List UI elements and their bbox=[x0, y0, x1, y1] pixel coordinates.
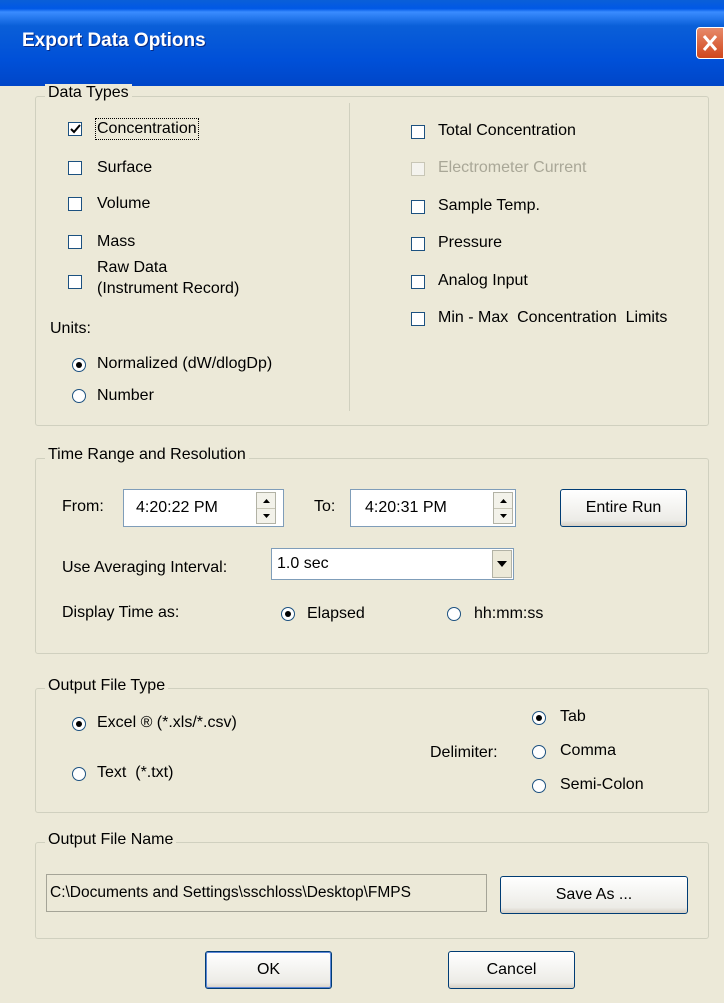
time-range-group-label: Time Range and Resolution bbox=[45, 446, 249, 464]
electrometer-current-label: Electrometer Current bbox=[438, 159, 587, 176]
min-max-limits-checkbox[interactable] bbox=[411, 312, 425, 326]
display-hhmmss-label[interactable]: hh:mm:ss bbox=[474, 605, 543, 623]
output-type-group-label: Output File Type bbox=[45, 677, 169, 695]
dropdown-arrow-button[interactable] bbox=[492, 550, 512, 578]
spin-up-icon[interactable] bbox=[494, 493, 512, 509]
delimiter-tab-label[interactable]: Tab bbox=[560, 708, 586, 726]
units-number-label[interactable]: Number bbox=[97, 387, 154, 405]
text-label[interactable]: Text (*.txt) bbox=[97, 764, 173, 782]
spin-down-icon[interactable] bbox=[257, 508, 275, 523]
spin-up-icon[interactable] bbox=[257, 493, 275, 509]
from-label: From: bbox=[62, 498, 104, 515]
raw-data-label-line2[interactable]: (Instrument Record) bbox=[97, 280, 239, 298]
entire-run-button[interactable]: Entire Run bbox=[560, 489, 687, 527]
excel-radio[interactable] bbox=[72, 717, 86, 731]
surface-checkbox[interactable] bbox=[68, 161, 82, 175]
to-time-spinner[interactable] bbox=[493, 492, 513, 524]
delimiter-tab-radio[interactable] bbox=[532, 711, 546, 725]
volume-label[interactable]: Volume bbox=[97, 195, 150, 213]
output-path-field[interactable]: C:\Documents and Settings\sschloss\Deskt… bbox=[46, 874, 487, 912]
surface-label[interactable]: Surface bbox=[97, 159, 152, 177]
analog-input-label[interactable]: Analog Input bbox=[438, 272, 528, 290]
cancel-button[interactable]: Cancel bbox=[448, 951, 575, 989]
display-elapsed-label[interactable]: Elapsed bbox=[307, 605, 365, 623]
to-time-field[interactable]: 4:20:31 PM bbox=[350, 489, 516, 527]
spin-down-icon[interactable] bbox=[494, 508, 512, 523]
check-icon bbox=[70, 124, 81, 134]
from-time-value: 4:20:22 PM bbox=[136, 499, 218, 516]
averaging-interval-value: 1.0 sec bbox=[277, 555, 329, 572]
window-title: Export Data Options bbox=[22, 30, 206, 51]
analog-input-checkbox[interactable] bbox=[411, 275, 425, 289]
save-as-button[interactable]: Save As ... bbox=[500, 876, 688, 914]
min-max-limits-label[interactable]: Min - Max Concentration Limits bbox=[438, 309, 667, 327]
mass-checkbox[interactable] bbox=[68, 235, 82, 249]
total-concentration-checkbox[interactable] bbox=[411, 125, 425, 139]
excel-label[interactable]: Excel ® (*.xls/*.csv) bbox=[97, 714, 237, 732]
display-time-label: Display Time as: bbox=[62, 604, 180, 621]
concentration-checkbox[interactable] bbox=[68, 122, 82, 136]
delimiter-label: Delimiter: bbox=[430, 744, 498, 761]
units-normalized-radio[interactable] bbox=[72, 358, 86, 372]
averaging-interval-label: Use Averaging Interval: bbox=[62, 559, 228, 576]
ok-button[interactable]: OK bbox=[205, 951, 332, 989]
sample-temp-label[interactable]: Sample Temp. bbox=[438, 197, 540, 215]
delimiter-semicolon-radio[interactable] bbox=[532, 779, 546, 793]
close-button[interactable] bbox=[696, 27, 724, 59]
pressure-label[interactable]: Pressure bbox=[438, 234, 502, 252]
to-label: To: bbox=[314, 498, 336, 515]
raw-data-checkbox[interactable] bbox=[68, 275, 82, 289]
to-time-value: 4:20:31 PM bbox=[365, 499, 447, 516]
pressure-checkbox[interactable] bbox=[411, 237, 425, 251]
delimiter-comma-radio[interactable] bbox=[532, 745, 546, 759]
raw-data-label-line1[interactable]: Raw Data bbox=[97, 259, 167, 277]
text-radio[interactable] bbox=[72, 767, 86, 781]
delimiter-semicolon-label[interactable]: Semi-Colon bbox=[560, 776, 644, 794]
output-path-value: C:\Documents and Settings\sschloss\Deskt… bbox=[50, 884, 411, 901]
display-elapsed-radio[interactable] bbox=[281, 607, 295, 621]
column-divider bbox=[349, 103, 350, 411]
output-name-group-label: Output File Name bbox=[45, 831, 177, 849]
units-number-radio[interactable] bbox=[72, 389, 86, 403]
chevron-down-icon bbox=[497, 561, 507, 567]
sample-temp-checkbox[interactable] bbox=[411, 200, 425, 214]
averaging-interval-select[interactable]: 1.0 sec bbox=[271, 548, 514, 580]
volume-checkbox[interactable] bbox=[68, 197, 82, 211]
total-concentration-label[interactable]: Total Concentration bbox=[438, 122, 576, 140]
delimiter-comma-label[interactable]: Comma bbox=[560, 742, 616, 760]
from-time-spinner[interactable] bbox=[256, 492, 276, 524]
units-normalized-label[interactable]: Normalized (dW/dlogDp) bbox=[97, 355, 272, 373]
concentration-label[interactable]: Concentration bbox=[95, 118, 199, 140]
display-hhmmss-radio[interactable] bbox=[447, 607, 461, 621]
electrometer-current-checkbox bbox=[411, 162, 425, 176]
data-types-group-label: Data Types bbox=[45, 84, 132, 102]
close-icon bbox=[702, 35, 718, 51]
title-bar[interactable]: Export Data Options bbox=[0, 0, 724, 86]
mass-label[interactable]: Mass bbox=[97, 233, 135, 251]
units-label: Units: bbox=[50, 320, 91, 337]
